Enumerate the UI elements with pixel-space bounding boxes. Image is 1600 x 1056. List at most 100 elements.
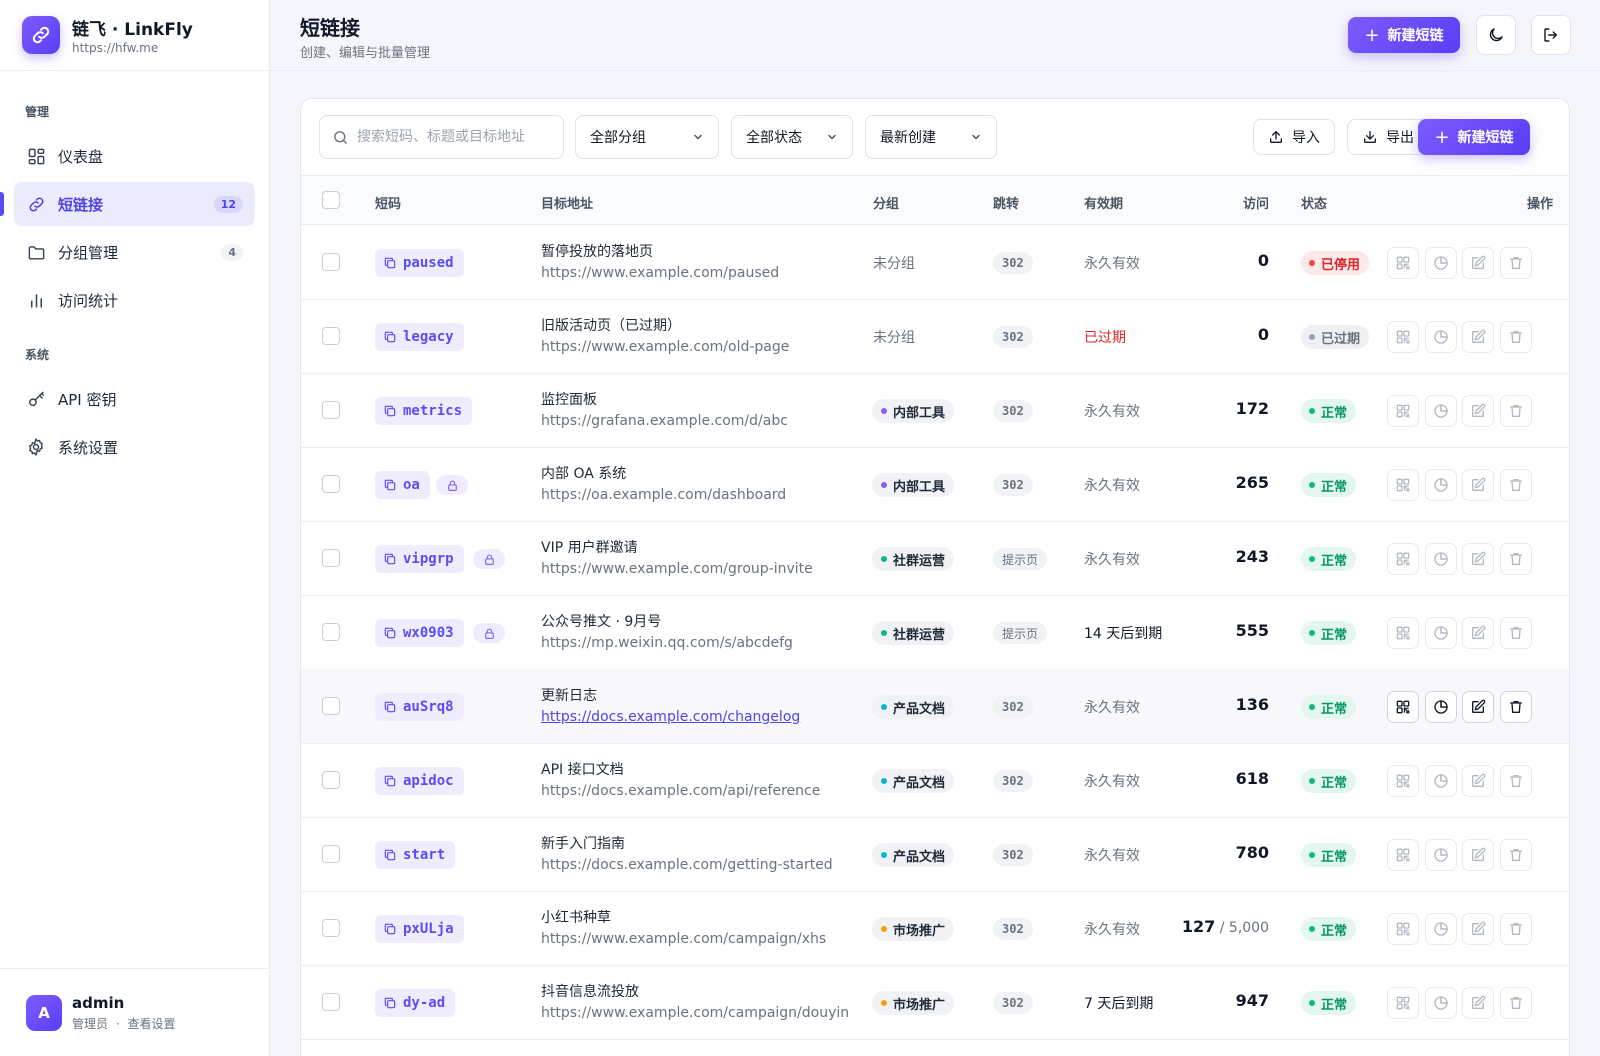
delete-button[interactable] <box>1500 321 1532 353</box>
edit-button[interactable] <box>1462 469 1494 501</box>
qr-code-button[interactable] <box>1387 839 1419 871</box>
short-code-chip[interactable]: vipgrp <box>375 545 464 573</box>
row-checkbox[interactable] <box>322 697 340 715</box>
header-new-link-button[interactable]: + 新建短链 <box>1348 17 1460 53</box>
search-box[interactable] <box>319 115 564 159</box>
edit-button[interactable] <box>1462 617 1494 649</box>
short-code-chip[interactable]: pxULja <box>375 915 464 943</box>
target-url[interactable]: https://www.example.com/campaign/douyin <box>541 1005 849 1021</box>
row-checkbox[interactable] <box>322 253 340 271</box>
row-checkbox[interactable] <box>322 327 340 345</box>
edit-button[interactable] <box>1462 839 1494 871</box>
stats-button[interactable] <box>1425 395 1457 427</box>
short-code-chip[interactable]: paused <box>375 249 464 277</box>
edit-button[interactable] <box>1462 543 1494 575</box>
qr-code-button[interactable] <box>1387 913 1419 945</box>
delete-button[interactable] <box>1500 543 1532 575</box>
short-code-chip[interactable]: wx0903 <box>375 619 464 647</box>
table-row[interactable]: start 新手入门指南 https://docs.example.com/gett… <box>301 817 1569 892</box>
stats-button[interactable] <box>1425 617 1457 649</box>
sidebar-item-api-keys[interactable]: API 密钥 <box>14 377 255 421</box>
target-url[interactable]: https://docs.example.com/getting-started <box>541 857 833 873</box>
row-checkbox[interactable] <box>322 771 340 789</box>
stats-button[interactable] <box>1425 765 1457 797</box>
row-checkbox[interactable] <box>322 845 340 863</box>
view-settings-link[interactable]: 查看设置 <box>128 1017 176 1031</box>
edit-button[interactable] <box>1462 765 1494 797</box>
target-url[interactable]: https://www.example.com/group-invite <box>541 561 813 577</box>
delete-button[interactable] <box>1500 691 1532 723</box>
status-filter-select[interactable]: 全部状态 <box>731 115 853 159</box>
row-checkbox[interactable] <box>322 401 340 419</box>
short-code-chip[interactable]: metrics <box>375 397 473 425</box>
select-all-checkbox[interactable] <box>322 191 340 209</box>
qr-code-button[interactable] <box>1387 543 1419 575</box>
short-code-chip[interactable]: start <box>375 841 456 869</box>
sidebar-item-groups[interactable]: 分组管理 4 <box>14 230 255 274</box>
target-url[interactable]: https://www.example.com/old-page <box>541 339 789 355</box>
logout-button[interactable] <box>1531 15 1571 55</box>
short-code-chip[interactable]: apidoc <box>375 767 464 795</box>
target-url[interactable]: https://www.example.com/paused <box>541 265 779 281</box>
import-button[interactable]: 导入 <box>1253 119 1335 155</box>
brand[interactable]: 链飞 · LinkFly https://hfw.me <box>0 0 269 71</box>
short-code-chip[interactable]: oa <box>375 471 430 499</box>
target-url[interactable]: https://www.example.com/campaign/xhs <box>541 931 826 947</box>
row-checkbox[interactable] <box>322 475 340 493</box>
qr-code-button[interactable] <box>1387 469 1419 501</box>
stats-button[interactable] <box>1425 321 1457 353</box>
column-visits[interactable]: 访问 <box>1243 193 1269 212</box>
table-row[interactable]: dy-ad 抖音信息流投放 https://www.example.com/camp… <box>301 965 1569 1040</box>
edit-button[interactable] <box>1462 691 1494 723</box>
table-row[interactable]: paused 暂停投放的落地页 https://www.example.com/pa… <box>301 225 1569 300</box>
column-code[interactable]: 短码 <box>375 193 401 212</box>
short-code-chip[interactable]: legacy <box>375 323 464 351</box>
edit-button[interactable] <box>1462 395 1494 427</box>
delete-button[interactable] <box>1500 987 1532 1019</box>
table-row[interactable]: oa 内部 OA 系统 https://oa.example.com/dashboa… <box>301 447 1569 522</box>
target-url[interactable]: https://grafana.example.com/d/abc <box>541 413 788 429</box>
stats-button[interactable] <box>1425 543 1457 575</box>
row-checkbox[interactable] <box>322 549 340 567</box>
row-checkbox[interactable] <box>322 623 340 641</box>
qr-code-button[interactable] <box>1387 765 1419 797</box>
table-row[interactable]: auSrq8 更新日志 https://docs.example.com/chang… <box>301 669 1569 744</box>
table-row[interactable]: metrics 监控面板 https://grafana.example.com/d… <box>301 373 1569 448</box>
sidebar-item-settings[interactable]: 系统设置 <box>14 425 255 469</box>
short-code-chip[interactable]: auSrq8 <box>375 693 464 721</box>
qr-code-button[interactable] <box>1387 247 1419 279</box>
theme-toggle-button[interactable] <box>1476 15 1516 55</box>
search-input[interactable] <box>357 129 547 145</box>
edit-button[interactable] <box>1462 321 1494 353</box>
column-expiry[interactable]: 有效期 <box>1084 193 1123 212</box>
target-url[interactable]: https://mp.weixin.qq.com/s/abcdefg <box>541 635 793 651</box>
target-url[interactable]: https://docs.example.com/api/reference <box>541 783 820 799</box>
table-row[interactable]: apidoc API 接口文档 https://docs.example.com/a… <box>301 743 1569 818</box>
delete-button[interactable] <box>1500 395 1532 427</box>
stats-button[interactable] <box>1425 987 1457 1019</box>
sidebar-item-links[interactable]: 短链接 12 <box>0 182 255 226</box>
qr-code-button[interactable] <box>1387 987 1419 1019</box>
row-checkbox[interactable] <box>322 993 340 1011</box>
row-checkbox[interactable] <box>322 919 340 937</box>
table-row[interactable]: pxULja 小红书种草 https://www.example.com/campa… <box>301 891 1569 966</box>
edit-button[interactable] <box>1462 913 1494 945</box>
short-code-chip[interactable]: dy-ad <box>375 989 456 1017</box>
qr-code-button[interactable] <box>1387 395 1419 427</box>
target-url[interactable]: https://oa.example.com/dashboard <box>541 487 786 503</box>
qr-code-button[interactable] <box>1387 321 1419 353</box>
edit-button[interactable] <box>1462 987 1494 1019</box>
edit-button[interactable] <box>1462 247 1494 279</box>
user-profile[interactable]: A admin 管理员 · 查看设置 <box>0 968 269 1056</box>
delete-button[interactable] <box>1500 765 1532 797</box>
sidebar-item-dashboard[interactable]: 仪表盘 <box>14 134 255 178</box>
table-row[interactable]: legacy 旧版活动页（已过期） https://www.example.com/… <box>301 299 1569 374</box>
qr-code-button[interactable] <box>1387 691 1419 723</box>
delete-button[interactable] <box>1500 469 1532 501</box>
stats-button[interactable] <box>1425 247 1457 279</box>
toolbar-new-link-button[interactable]: + 新建短链 <box>1418 119 1530 155</box>
delete-button[interactable] <box>1500 913 1532 945</box>
sidebar-item-stats[interactable]: 访问统计 <box>14 278 255 322</box>
qr-code-button[interactable] <box>1387 617 1419 649</box>
delete-button[interactable] <box>1500 247 1532 279</box>
